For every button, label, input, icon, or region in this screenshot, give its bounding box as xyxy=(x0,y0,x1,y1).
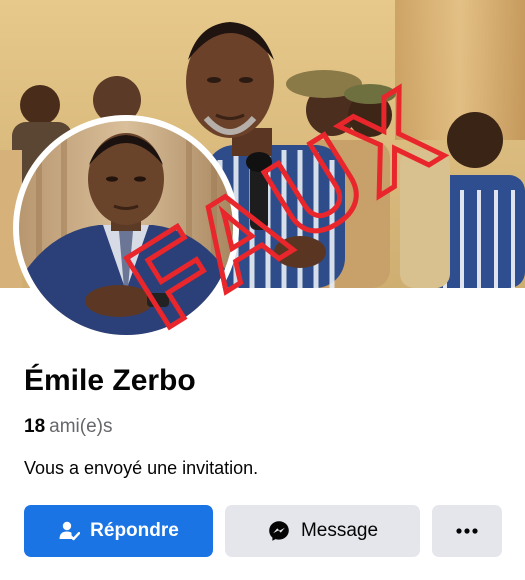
respond-button[interactable]: Répondre xyxy=(24,505,213,557)
more-options-button[interactable] xyxy=(432,505,502,557)
messenger-icon xyxy=(269,521,289,541)
avatar-image xyxy=(19,121,233,335)
friends-count-label: ami(e)s xyxy=(49,416,113,437)
friends-count-number: 18 xyxy=(24,416,46,437)
friends-count[interactable]: 18 ami(e)s xyxy=(24,416,112,438)
more-icon xyxy=(456,528,478,534)
message-button-label: Message xyxy=(300,520,379,541)
invitation-text: Vous a envoyé une invitation. xyxy=(24,458,259,478)
respond-button-label: Répondre xyxy=(90,520,179,541)
profile-name: Émile Zerbo xyxy=(24,364,196,397)
message-button[interactable]: Message xyxy=(225,505,420,557)
avatar[interactable] xyxy=(19,121,233,335)
person-check-icon xyxy=(59,521,81,541)
